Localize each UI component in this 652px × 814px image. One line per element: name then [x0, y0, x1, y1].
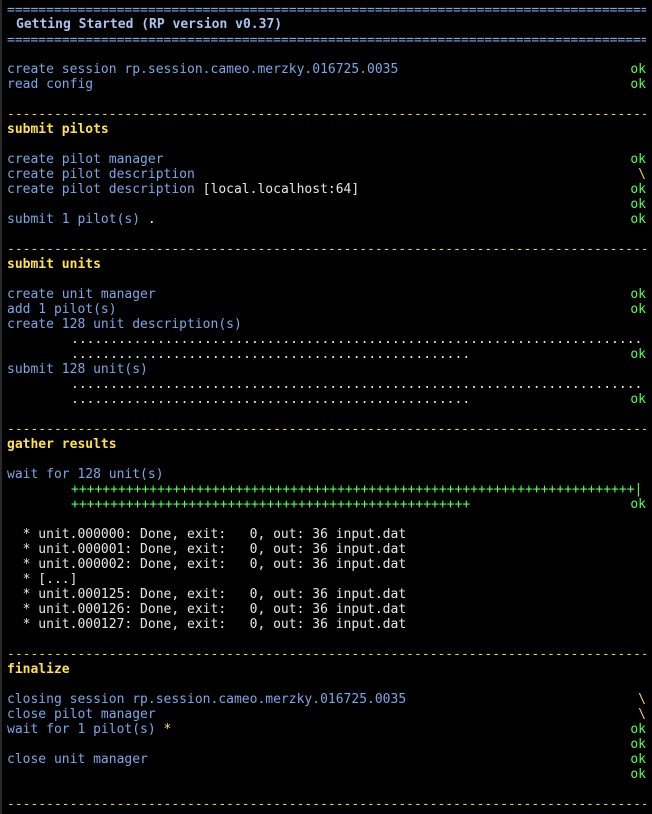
status-ok: ok	[630, 62, 646, 77]
section-heading-submit-units: submit units	[7, 257, 101, 272]
status-ok: ok	[630, 722, 646, 737]
page-title: Getting Started (RP version v0.37)	[16, 17, 283, 32]
status-ok: ok	[630, 392, 646, 407]
progress-dots: ........................................…	[71, 332, 643, 347]
dashed-rule: ----------------------------------------…	[7, 107, 646, 122]
dashed-rule: ----------------------------------------…	[7, 422, 646, 437]
log-create-unit-manager: create unit manager	[7, 287, 156, 302]
log-wait-units: wait for 128 unit(s)	[7, 467, 164, 482]
unit-result-line: * unit.000000: Done, exit: 0, out: 36 in…	[7, 527, 407, 542]
status-ok: ok	[630, 767, 646, 782]
unit-result-line: * unit.000001: Done, exit: 0, out: 36 in…	[7, 542, 407, 557]
section-heading-submit-pilots: submit pilots	[7, 122, 109, 137]
dashed-rule: ----------------------------------------…	[7, 242, 646, 257]
log-close-unit-manager: close unit manager	[7, 752, 148, 767]
status-ok: ok	[630, 287, 646, 302]
unit-result-line: * unit.000125: Done, exit: 0, out: 36 in…	[7, 587, 407, 602]
progress-dots: ........................................…	[71, 347, 471, 362]
spinner-indicator: \	[638, 707, 646, 722]
log-wait-pilot: wait for 1 pilot(s) *	[7, 722, 172, 737]
terminal-window: ========================================…	[0, 0, 652, 814]
status-ok: ok	[630, 212, 646, 227]
star-indicator: *	[163, 722, 172, 737]
log-read-config: read config	[7, 77, 94, 92]
unit-result-line: * [...]	[7, 572, 78, 587]
dashed-rule: ----------------------------------------…	[7, 647, 646, 662]
status-ok: ok	[630, 347, 646, 362]
log-create-pilot-description: create pilot description [local.localhos…	[7, 182, 360, 197]
status-ok: ok	[630, 77, 646, 92]
log-submit-units: submit 128 unit(s)	[7, 362, 148, 377]
progress-plus: ++++++++++++++++++++++++++++++++++++++++…	[71, 497, 471, 512]
log-add-pilot: add 1 pilot(s)	[7, 302, 117, 317]
status-ok: ok	[630, 152, 646, 167]
section-heading-finalize: finalize	[7, 662, 70, 677]
status-ok: ok	[630, 302, 646, 317]
log-create-unit-descriptions: create 128 unit description(s)	[7, 317, 242, 332]
unit-result-line: * unit.000126: Done, exit: 0, out: 36 in…	[7, 602, 407, 617]
spinner-indicator: \	[638, 167, 646, 182]
status-ok: ok	[630, 752, 646, 767]
log-create-pilot-description: create pilot description	[7, 167, 195, 182]
log-create-pilot-manager: create pilot manager	[7, 152, 164, 167]
double-rule: ========================================…	[7, 3, 646, 18]
unit-result-line: * unit.000127: Done, exit: 0, out: 36 in…	[7, 617, 407, 632]
status-ok: ok	[630, 497, 646, 512]
progress-plus: ++++++++++++++++++++++++++++++++++++++++…	[71, 482, 643, 497]
unit-result-line: * unit.000002: Done, exit: 0, out: 36 in…	[7, 557, 407, 572]
status-ok: ok	[630, 737, 646, 752]
dashed-rule: ----------------------------------------…	[7, 797, 646, 812]
log-close-pilot-manager: close pilot manager	[7, 707, 156, 722]
progress-dots: ........................................…	[71, 377, 643, 392]
progress-dots: ........................................…	[71, 392, 471, 407]
log-submit-pilots: submit 1 pilot(s) .	[7, 212, 156, 227]
log-create-session: create session rp.session.cameo.merzky.0…	[7, 62, 399, 77]
session-id: rp.session.cameo.merzky.016725.0035	[124, 62, 399, 77]
pilot-resource: [local.localhost:64]	[202, 182, 360, 197]
section-heading-gather-results: gather results	[7, 437, 117, 452]
progress-dot: .	[147, 212, 156, 227]
spinner-indicator: \	[638, 692, 646, 707]
log-closing-session: closing session rp.session.cameo.merzky.…	[7, 692, 407, 707]
double-rule: ========================================…	[7, 33, 646, 48]
status-ok: ok	[630, 197, 646, 212]
status-ok: ok	[630, 182, 646, 197]
